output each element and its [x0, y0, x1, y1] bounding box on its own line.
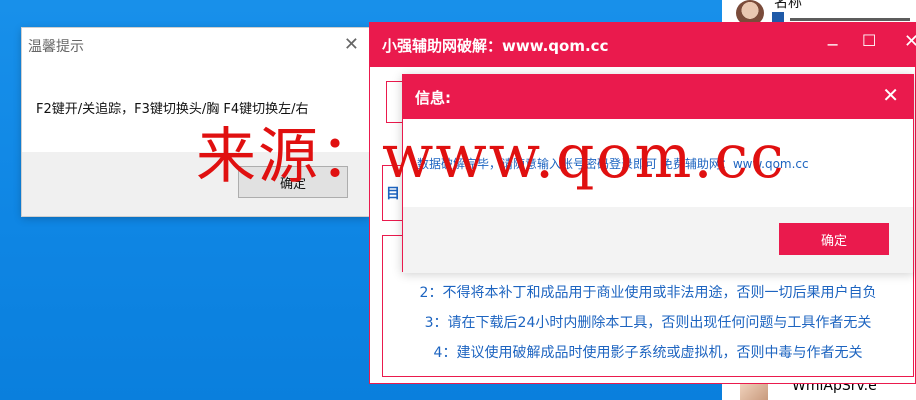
info-titlebar: 信息: ✕ [403, 75, 913, 119]
alert-dialog-title: 温馨提示 [28, 39, 84, 55]
maximize-icon[interactable]: ☐ [862, 31, 876, 50]
obscured-text [790, 18, 910, 21]
info-dialog-title: 信息: [415, 89, 451, 107]
alert-message: F2键开/关追踪，F3键切换头/胸 F4键切换左/右 [36, 102, 309, 117]
close-icon[interactable]: ✕ [904, 31, 916, 52]
minimize-icon[interactable]: − [826, 35, 839, 54]
info-button-bar: 确定 [403, 207, 913, 273]
ok-button[interactable]: 确定 [238, 166, 348, 198]
side-label: 目 [386, 186, 400, 202]
contact-name: 名称 [774, 0, 802, 11]
main-titlebar: 小强辅助网破解：www.qom.cc − ☐ ✕ [370, 23, 916, 67]
info-dialog: 信息: ✕ 数据破解完毕，请随意输入账号密码登录即可 免费辅助网：www.qom… [402, 74, 914, 273]
info-message: 数据破解完毕，请随意输入账号密码登录即可 免费辅助网：www.qom.cc [417, 157, 809, 171]
close-icon[interactable]: ✕ [344, 34, 359, 55]
alert-button-bar: 确定 [22, 152, 369, 216]
close-icon[interactable]: ✕ [882, 83, 899, 107]
contact-row [772, 12, 912, 24]
rule-line: 2：不得将本补丁和成品用于商业使用或非法用途，否则一切后果用户自负 [419, 285, 877, 301]
confirm-button[interactable]: 确定 [779, 223, 889, 255]
alert-dialog: 温馨提示 ✕ F2键开/关追踪，F3键切换头/胸 F4键切换左/右 确定 [22, 28, 369, 216]
rule-line: 3：请在下载后24小时内删除本工具，否则出现任何问题与工具作者无关 [424, 315, 872, 331]
rule-line: 4：建议使用破解成品时使用影子系统或虚拟机，否则中毒与作者无关 [433, 345, 863, 361]
main-window-title: 小强辅助网破解：www.qom.cc [382, 37, 609, 55]
